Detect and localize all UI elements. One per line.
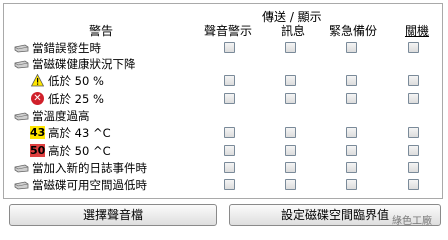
sound-checkbox[interactable] <box>224 93 235 104</box>
drive-icon <box>14 181 29 190</box>
alert-row-label: 高於 43 ^C <box>48 126 111 140</box>
alert-row-label: 低於 25 % <box>48 92 104 106</box>
select-sound-file-button[interactable]: 選擇聲音檔 <box>9 204 217 226</box>
sound-checkbox[interactable] <box>224 145 235 156</box>
alert-row-label: 當加入新的日誌事件時 <box>32 161 147 175</box>
header-emergency-backup: 緊急備份 <box>329 24 378 38</box>
message-checkbox[interactable] <box>285 42 296 53</box>
header-message: 訊息 <box>281 24 306 38</box>
backup-checkbox[interactable] <box>346 42 357 53</box>
alert-row-label: 當錯誤發生時 <box>32 41 101 55</box>
drive-icon <box>14 60 29 69</box>
alert-row-temp-50: 50 高於 50 ^C <box>0 143 448 159</box>
backup-checkbox[interactable] <box>346 75 357 86</box>
alert-row-temp-43: 43 高於 43 ^C <box>0 125 448 141</box>
sound-checkbox[interactable] <box>224 127 235 138</box>
error-icon: ✕ <box>31 92 44 105</box>
backup-checkbox[interactable] <box>346 162 357 173</box>
temp-43-icon: 43 <box>30 126 46 139</box>
message-checkbox[interactable] <box>285 75 296 86</box>
drive-icon <box>14 112 29 121</box>
shutdown-checkbox[interactable] <box>408 162 419 173</box>
message-checkbox[interactable] <box>285 145 296 156</box>
alert-row-label: 當溫度過高 <box>32 109 90 123</box>
drive-icon <box>14 44 29 53</box>
header-shutdown: 關機 <box>405 24 430 38</box>
sound-checkbox[interactable] <box>224 42 235 53</box>
message-checkbox[interactable] <box>285 93 296 104</box>
alert-row-error: 當錯誤發生時 <box>0 40 448 56</box>
backup-checkbox[interactable] <box>346 93 357 104</box>
sound-checkbox[interactable] <box>224 179 235 190</box>
alert-row-health-decline: 當磁碟健康狀況下降 <box>0 56 448 72</box>
message-checkbox[interactable] <box>285 179 296 190</box>
sound-checkbox[interactable] <box>224 75 235 86</box>
drive-icon <box>14 164 29 173</box>
alert-row-health-50: 低於 50 % <box>0 73 448 89</box>
alert-row-health-25: ✕ 低於 25 % <box>0 91 448 107</box>
backup-checkbox[interactable] <box>346 127 357 138</box>
header-sound-alert: 聲音警示 <box>204 24 253 38</box>
shutdown-checkbox[interactable] <box>408 179 419 190</box>
message-checkbox[interactable] <box>285 127 296 138</box>
shutdown-checkbox[interactable] <box>408 93 419 104</box>
alert-row-label: 當磁碟健康狀況下降 <box>32 57 136 71</box>
message-checkbox[interactable] <box>285 162 296 173</box>
warning-icon <box>31 74 44 87</box>
header-warning: 警告 <box>89 24 114 38</box>
watermark: 綠色工廠 <box>392 216 432 227</box>
backup-checkbox[interactable] <box>346 179 357 190</box>
alert-row-label: 高於 50 ^C <box>48 144 111 158</box>
alert-row-low-free-space: 當磁碟可用空間過低時 <box>0 177 448 193</box>
shutdown-checkbox[interactable] <box>408 145 419 156</box>
shutdown-checkbox[interactable] <box>408 75 419 86</box>
temp-50-icon: 50 <box>30 144 46 157</box>
alert-row-label: 低於 50 % <box>48 74 104 88</box>
backup-checkbox[interactable] <box>346 145 357 156</box>
alert-row-temperature: 當溫度過高 <box>0 108 448 124</box>
shutdown-checkbox[interactable] <box>408 42 419 53</box>
sound-checkbox[interactable] <box>224 162 235 173</box>
shutdown-checkbox[interactable] <box>408 127 419 138</box>
alert-row-label: 當磁碟可用空間過低時 <box>32 178 147 192</box>
alert-row-new-log-event: 當加入新的日誌事件時 <box>0 160 448 176</box>
